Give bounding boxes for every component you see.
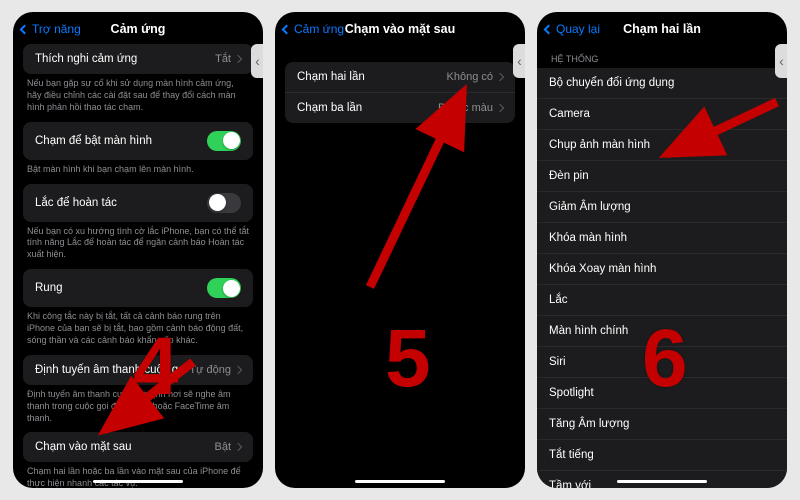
chevron-left-icon <box>544 24 554 34</box>
caption: Chạm hai lần hoặc ba lần vào mặt sau của… <box>13 462 263 488</box>
list-item[interactable]: Đèn pin <box>537 161 787 192</box>
side-tab-icon: ‹ <box>513 44 525 78</box>
list-item[interactable]: Khóa màn hình <box>537 223 787 254</box>
back-button[interactable]: Cảm ứng <box>283 22 344 36</box>
list-item[interactable]: Bộ chuyển đổi ứng dụng <box>537 68 787 99</box>
caption: Bật màn hình khi bạn chạm lên màn hình. <box>13 160 263 184</box>
nav-header: Trợ năng Cảm ứng <box>13 12 263 44</box>
row-call-audio-routing[interactable]: Định tuyến âm thanh cuộc gọi Tự động <box>23 355 253 385</box>
chevron-right-icon <box>234 443 242 451</box>
row-double-tap[interactable]: Chạm hai lần Không có <box>285 62 515 93</box>
screenshot-step-5: Cảm ứng Chạm vào mặt sau Chạm hai lần Kh… <box>275 12 525 488</box>
system-actions-list: Bộ chuyển đổi ứng dụngCameraChụp ảnh màn… <box>537 68 787 488</box>
list-item[interactable]: Siri <box>537 347 787 378</box>
back-label: Trợ năng <box>32 22 81 36</box>
toggle-on-icon[interactable] <box>207 278 241 298</box>
chevron-left-icon <box>20 24 30 34</box>
row-back-tap[interactable]: Chạm vào mặt sau Bật <box>23 432 253 462</box>
nav-header: Cảm ứng Chạm vào mặt sau <box>275 12 525 44</box>
screenshot-step-6: Quay lại Chạm hai lần HỆ THỐNG Bộ chuyển… <box>537 12 787 488</box>
back-button[interactable]: Quay lại <box>545 22 600 36</box>
list-item[interactable]: Camera <box>537 99 787 130</box>
back-label: Quay lại <box>556 22 600 36</box>
home-indicator-icon <box>355 480 445 484</box>
nav-header: Quay lại Chạm hai lần <box>537 12 787 44</box>
row-tap-to-wake[interactable]: Chạm để bật màn hình <box>23 122 253 160</box>
toggle-off-icon[interactable] <box>207 193 241 213</box>
caption: Khi công tắc này bị tắt, tất cả cảnh báo… <box>13 307 263 355</box>
side-tab-icon: ‹ <box>775 44 787 78</box>
caption: Nếu bạn gặp sự cố khi sử dụng màn hình c… <box>13 74 263 122</box>
list-item[interactable]: Lắc <box>537 285 787 316</box>
caption: Nếu bạn có xu hướng tình cờ lắc iPhone, … <box>13 222 263 270</box>
list-item[interactable]: Spotlight <box>537 378 787 409</box>
list-item[interactable]: Màn hình chính <box>537 316 787 347</box>
back-label: Cảm ứng <box>294 22 344 36</box>
step-number-5: 5 <box>385 312 431 406</box>
toggle-on-icon[interactable] <box>207 131 241 151</box>
chevron-right-icon <box>234 366 242 374</box>
list-item[interactable]: Chụp ảnh màn hình <box>537 130 787 161</box>
side-tab-icon: ‹ <box>251 44 263 78</box>
list-item[interactable]: Giảm Âm lượng <box>537 192 787 223</box>
row-triple-tap[interactable]: Chạm ba lần Bộ lọc màu <box>285 93 515 123</box>
home-indicator-icon <box>93 480 183 484</box>
back-button[interactable]: Trợ năng <box>21 22 81 36</box>
chevron-right-icon <box>496 73 504 81</box>
chevron-right-icon <box>496 104 504 112</box>
row-touch-accommodations[interactable]: Thích nghi cảm ứng Tắt <box>23 44 253 74</box>
chevron-right-icon <box>234 55 242 63</box>
chevron-left-icon <box>282 24 292 34</box>
screenshot-step-4: Trợ năng Cảm ứng Thích nghi cảm ứng Tắt … <box>13 12 263 488</box>
home-indicator-icon <box>617 480 707 484</box>
caption: Định tuyến âm thanh cuộc gọi định nơi sẽ… <box>13 385 263 433</box>
row-shake-undo[interactable]: Lắc để hoàn tác <box>23 184 253 222</box>
row-vibration[interactable]: Rung <box>23 269 253 307</box>
list-item[interactable]: Tắt tiếng <box>537 440 787 471</box>
section-header-system: HỆ THỐNG <box>537 44 787 68</box>
list-item[interactable]: Tăng Âm lượng <box>537 409 787 440</box>
list-item[interactable]: Khóa Xoay màn hình <box>537 254 787 285</box>
